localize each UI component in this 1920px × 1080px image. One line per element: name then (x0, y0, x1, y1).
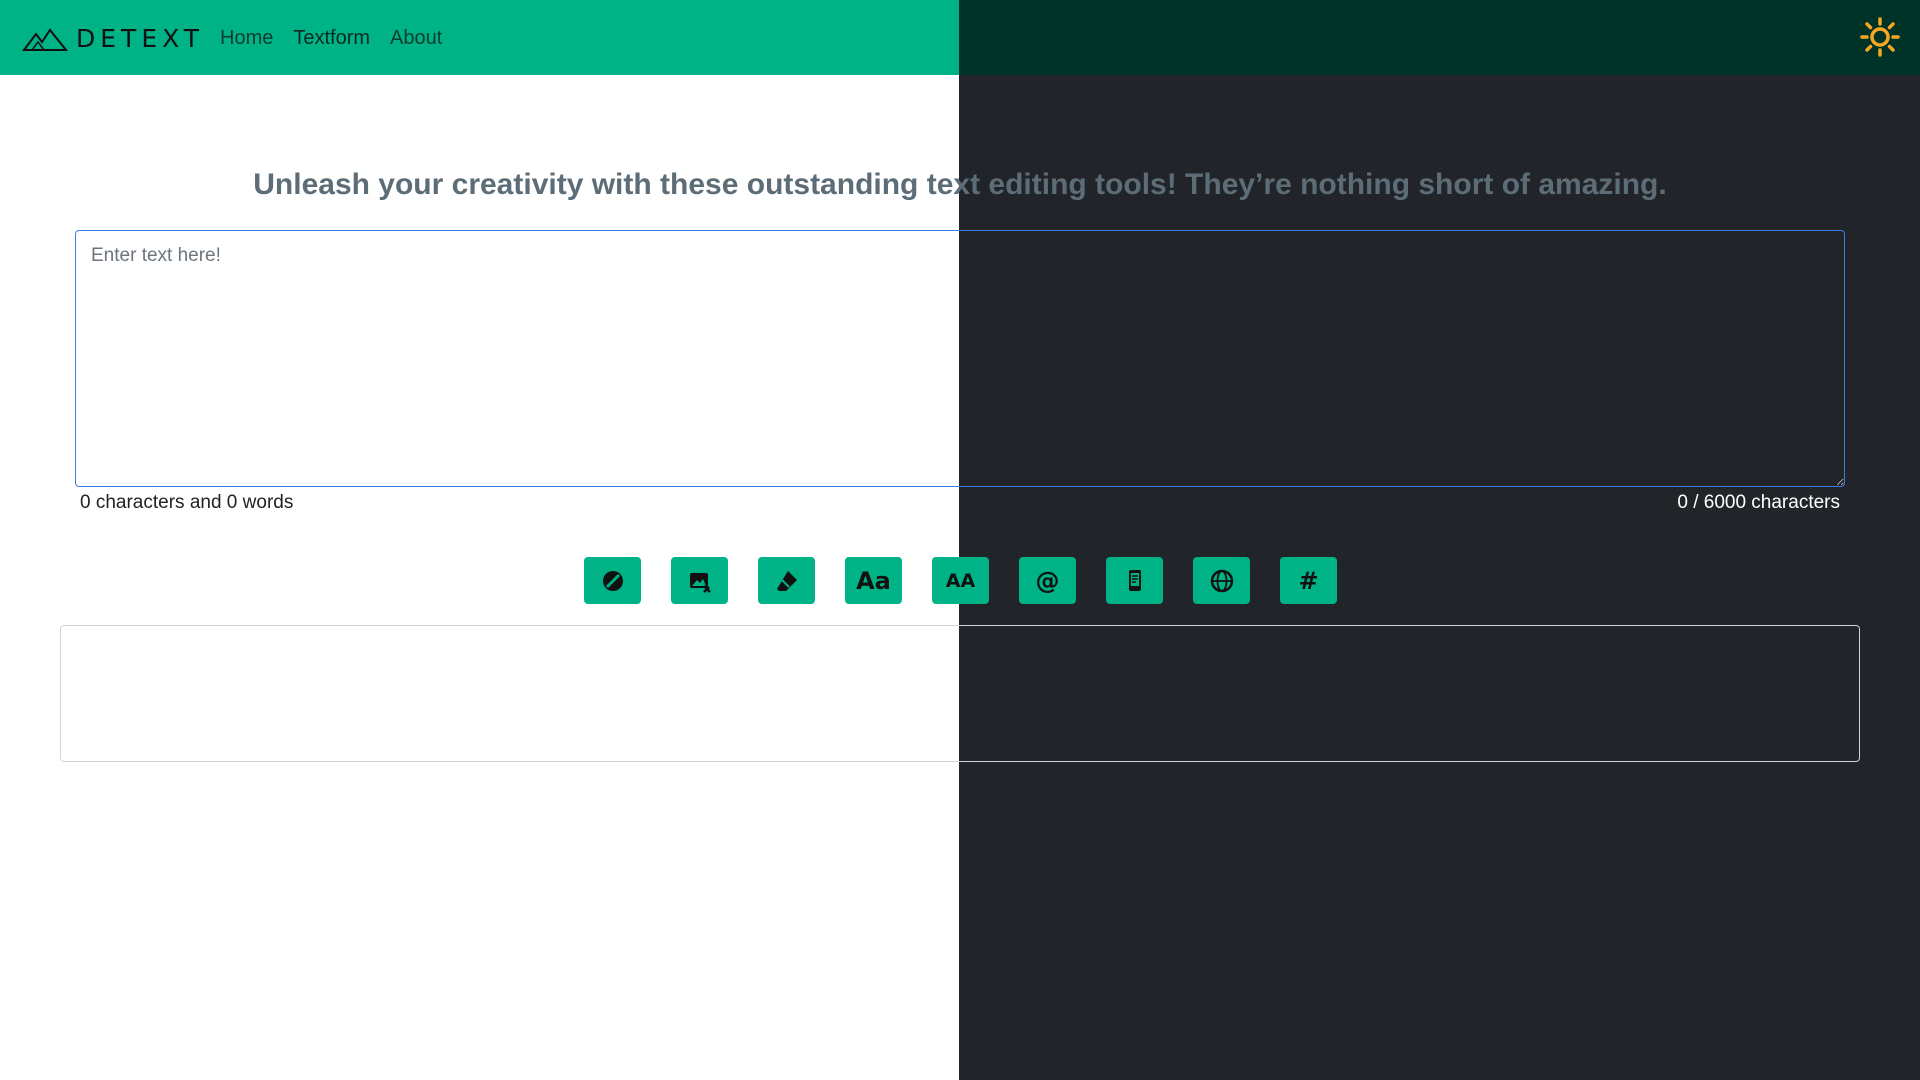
sun-icon (1860, 17, 1900, 57)
page-headline: Unleash your creativity with these outst… (253, 168, 1667, 201)
block-icon (602, 570, 623, 591)
email-icon: @ (1035, 566, 1060, 595)
extract-phone-button[interactable] (1106, 557, 1163, 604)
image-edit-icon (689, 572, 711, 593)
extract-email-button[interactable]: @ (1019, 557, 1076, 604)
mountain-logo-icon (22, 27, 68, 51)
erase-text-button[interactable] (758, 557, 815, 604)
hashtag-icon: # (1298, 566, 1319, 595)
light-half (0, 0, 959, 1080)
nav-link-home[interactable]: Home (220, 27, 273, 50)
output-preview (60, 625, 1860, 762)
theme-toggle-button[interactable] (1860, 17, 1900, 57)
nav-link-textform[interactable]: Textform (293, 27, 370, 50)
brand[interactable]: DETEXT (22, 24, 204, 53)
nav-links: Home Textform About (220, 27, 442, 50)
tool-bar: Aa AA @ # (584, 557, 1337, 604)
nav-link-about[interactable]: About (390, 27, 442, 50)
url-icon (1210, 569, 1233, 592)
clear-formatting-button[interactable] (584, 557, 641, 604)
uppercase-button[interactable]: AA (932, 557, 989, 604)
dark-half (959, 0, 1920, 1080)
uppercase-icon: AA (945, 569, 976, 592)
image-text-button[interactable] (671, 557, 728, 604)
capitalize-icon: Aa (856, 566, 891, 595)
capitalize-button[interactable]: Aa (845, 557, 902, 604)
text-summary: 0 characters and 0 words (80, 492, 294, 513)
navbar-dark (959, 0, 1920, 75)
extract-hashtag-button[interactable]: # (1280, 557, 1337, 604)
character-limit: 0 / 6000 characters (1677, 492, 1840, 513)
phone-icon (1128, 569, 1141, 591)
extract-url-button[interactable] (1193, 557, 1250, 604)
brand-name: DETEXT (76, 24, 205, 53)
text-input[interactable] (75, 230, 1845, 487)
eraser-icon (776, 570, 797, 591)
